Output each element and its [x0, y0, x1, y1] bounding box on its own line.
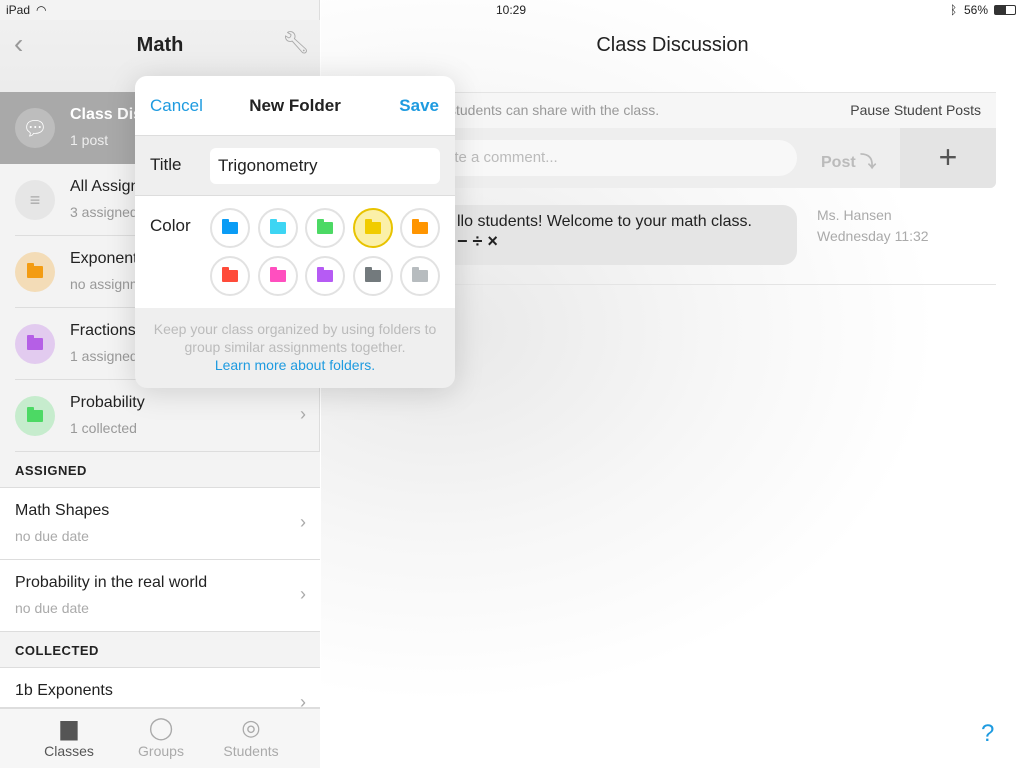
comment-input[interactable]: ite a comment... — [421, 140, 797, 176]
message-meta: Ms. Hansen Wednesday 11:32 — [817, 205, 929, 247]
pause-posts-button[interactable]: Pause Student Posts — [850, 102, 981, 118]
item-title: Probability in the real world — [15, 574, 208, 591]
color-swatch[interactable] — [305, 208, 345, 248]
folder-icon — [222, 267, 238, 282]
popover-footer: Keep your class organized by using folde… — [135, 308, 455, 374]
save-button[interactable]: Save — [399, 96, 439, 116]
row-icon-circle — [15, 324, 55, 364]
class-title: Math — [136, 34, 184, 56]
list-icon: ≡ — [29, 189, 41, 210]
color-swatch[interactable] — [210, 208, 250, 248]
color-swatch[interactable] — [257, 208, 298, 248]
list-item[interactable]: Math Shapes no due date › — [0, 488, 320, 560]
chat-bubbles-icon: ◯ — [148, 715, 174, 740]
color-swatch[interactable] — [305, 256, 345, 296]
message-symbols: − ÷ × — [457, 231, 498, 251]
new-folder-popover: Cancel New Folder Save Title Trigonometr… — [135, 76, 455, 388]
item-subtitle: 1 assigned — [70, 348, 138, 364]
wrench-icon[interactable]: 🔧︎ — [282, 30, 310, 56]
folder-icon — [364, 219, 381, 234]
title-input[interactable]: Trigonometry — [210, 148, 440, 184]
folder-icon — [412, 219, 428, 234]
item-title: Math Shapes — [15, 502, 110, 519]
section-collected: COLLECTED — [0, 632, 320, 668]
item-subtitle: 3 assigned — [70, 204, 138, 220]
color-swatch[interactable] — [257, 256, 298, 296]
post-button[interactable]: Post ⤵︎ — [821, 148, 876, 172]
tab-label: Classes — [44, 743, 94, 759]
post-label: Post — [821, 154, 856, 171]
folder-icon — [364, 267, 381, 282]
clock: 10:29 — [496, 3, 527, 17]
color-swatch[interactable] — [210, 256, 250, 296]
section-assigned: ASSIGNED — [0, 452, 320, 488]
chevron-right-icon: › — [300, 512, 306, 532]
item-subtitle: no due date — [15, 600, 89, 616]
tab-label: Groups — [138, 743, 184, 759]
wifi-icon: ◠ — [36, 3, 47, 17]
title-label: Title — [150, 155, 182, 174]
add-button[interactable]: + — [900, 128, 996, 188]
color-label: Color — [150, 216, 191, 235]
color-swatch[interactable] — [400, 208, 440, 248]
footer-text: Keep your class organized by using folde… — [153, 321, 437, 355]
folder-icon — [269, 219, 286, 234]
battery-icon — [994, 5, 1016, 15]
chevron-right-icon: › — [300, 404, 306, 424]
author: Ms. Hansen — [817, 207, 892, 223]
color-swatch[interactable] — [400, 256, 440, 296]
bluetooth-icon: ᛒ — [950, 3, 958, 17]
row-icon-circle: 💬︎ — [15, 108, 55, 148]
tab-bar: ▆ Classes ◯ Groups ◎ Students — [0, 708, 320, 768]
tab-label: Students — [223, 743, 279, 759]
timestamp: Wednesday 11:32 — [817, 228, 929, 244]
message-bubble: llo students! Welcome to your math class… — [421, 205, 797, 265]
title-row: Title Trigonometry — [135, 136, 455, 196]
status-bar: iPad ◠ 10:29 ᛒ 56% — [0, 0, 1024, 20]
battery-level: 56% — [964, 3, 989, 17]
chevron-right-icon: › — [300, 584, 306, 604]
chat-bubbles-icon: 💬︎ — [22, 117, 48, 140]
row-icon-circle — [15, 252, 55, 292]
row-icon-circle: ≡ — [15, 180, 55, 220]
row-icon-circle — [15, 396, 55, 436]
item-subtitle: 1 collected — [70, 420, 137, 436]
tab-students[interactable]: ◎ Students — [206, 715, 296, 759]
page-title: Class Discussion — [596, 34, 749, 56]
tab-classes[interactable]: ▆ Classes — [24, 715, 114, 759]
item-title: Probability — [70, 394, 145, 411]
person-icon: ◎ — [241, 715, 261, 740]
plus-icon: + — [938, 139, 958, 175]
folder-icon — [317, 219, 333, 234]
folder-icon — [412, 267, 428, 282]
folder-icon — [27, 263, 43, 278]
color-row: Color — [135, 196, 455, 308]
banner-text: students can share with the class. — [449, 102, 660, 118]
popover-header: Cancel New Folder Save — [135, 76, 455, 136]
sidebar-item[interactable]: Probability 1 collected › — [0, 380, 320, 452]
device-label: iPad — [6, 3, 31, 17]
message-text: llo students! Welcome to your math class… — [457, 213, 752, 230]
learn-more-link[interactable]: Learn more about folders. — [135, 356, 455, 374]
folder-icon — [27, 407, 43, 422]
list-item[interactable]: Probability in the real world no due date… — [0, 560, 320, 632]
folder-icon — [222, 219, 238, 234]
list-item[interactable]: 1b Exponents › — [0, 668, 320, 712]
item-title: Fractions — [70, 322, 136, 339]
folders-icon: ▆ — [60, 715, 78, 740]
color-swatch[interactable] — [352, 256, 393, 296]
item-subtitle: 1 post — [70, 132, 109, 148]
tab-groups[interactable]: ◯ Groups — [116, 715, 206, 759]
item-subtitle: no due date — [15, 528, 89, 544]
folder-icon — [317, 267, 333, 282]
folder-icon — [27, 335, 43, 350]
item-title: 1b Exponents — [15, 682, 113, 699]
color-swatch[interactable] — [352, 208, 393, 248]
help-button[interactable]: ? — [981, 720, 994, 748]
folder-icon — [269, 267, 286, 282]
